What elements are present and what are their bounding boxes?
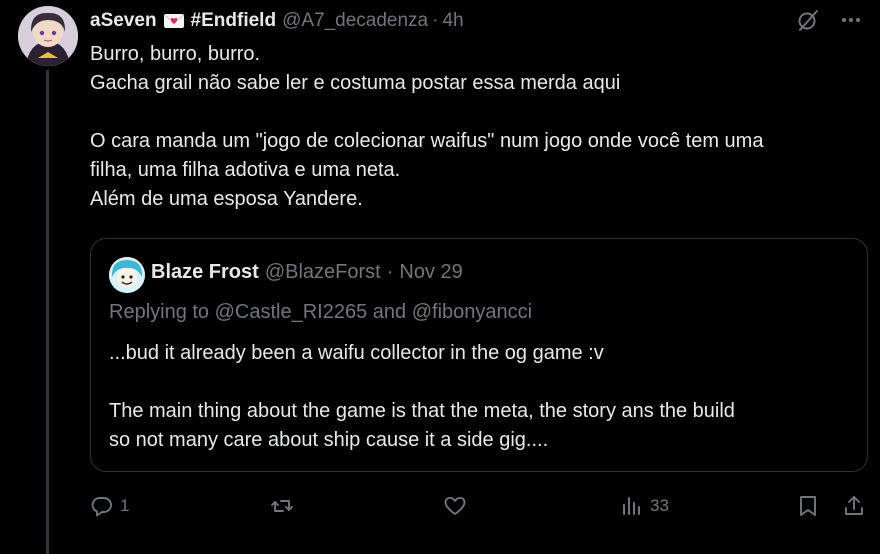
reply-count: 1: [120, 496, 130, 515]
author-handle[interactable]: @A7_decadenza: [282, 10, 428, 32]
author-name[interactable]: aSeven: [90, 10, 157, 32]
post-text-line: Além de uma esposa Yandere.: [90, 188, 363, 210]
thread-line: [46, 70, 49, 554]
bookmark-icon: [796, 494, 820, 518]
quoted-timestamp[interactable]: Nov 29: [399, 261, 462, 284]
like-icon: [443, 494, 467, 518]
post-text: Burro, burro, burro. Gacha grail não sab…: [90, 40, 870, 214]
quoted-text-line: The main thing about the game is that th…: [109, 400, 735, 422]
share-button[interactable]: [842, 490, 866, 522]
bookmark-button[interactable]: [796, 490, 820, 522]
replying-to: Replying to @Castle_RI2265 and @fibonyan…: [109, 301, 533, 323]
post-text-line: Gacha grail não sabe ler e costuma posta…: [90, 72, 621, 94]
views-count: 33: [650, 496, 669, 515]
post-text-line: filha, uma filha adotiva e uma neta.: [90, 159, 401, 181]
grok-icon[interactable]: [796, 8, 820, 32]
repost-icon: [270, 494, 294, 518]
quoted-text: ...bud it already been a waifu collector…: [109, 339, 849, 455]
quoted-header-separator: ·: [386, 261, 394, 283]
views-button[interactable]: 33: [620, 490, 669, 522]
repost-button[interactable]: [270, 490, 300, 522]
quoted-text-line: so not many care about ship cause it a s…: [109, 429, 549, 451]
post-text-line: Burro, burro, burro.: [90, 43, 261, 65]
post-text-line: O cara manda um "jogo de colecionar waif…: [90, 130, 764, 152]
action-bar: 1 33: [90, 490, 870, 522]
quoted-tweet[interactable]: Blaze Frost @BlazeForst · Nov 29 Replyin…: [90, 238, 868, 472]
more-icon[interactable]: [840, 9, 862, 31]
share-icon: [842, 494, 866, 518]
post-text-line: [90, 98, 870, 127]
author-name-suffix[interactable]: #Endfield: [191, 10, 277, 32]
quoted-author-name[interactable]: Blaze Frost: [151, 261, 259, 284]
post-timestamp[interactable]: 4h: [442, 10, 463, 32]
views-icon: [620, 494, 644, 518]
quoted-text-line: [109, 368, 849, 397]
tweet: aSeven #Endfield @A7_decadenza · 4h Burr: [0, 0, 880, 554]
header-separator: ·: [432, 10, 439, 31]
quoted-author-avatar[interactable]: [109, 257, 145, 293]
reply-button[interactable]: 1: [90, 490, 129, 522]
author-avatar[interactable]: [18, 6, 78, 66]
quoted-author-handle[interactable]: @BlazeForst: [265, 261, 381, 284]
top-right-actions: [796, 8, 862, 32]
like-button[interactable]: [443, 490, 473, 522]
quoted-text-line: ...bud it already been a waifu collector…: [109, 342, 604, 364]
quoted-header: Blaze Frost @BlazeForst · Nov 29: [151, 261, 463, 284]
reply-icon: [90, 494, 114, 518]
love-letter-icon: [163, 12, 185, 30]
post-header: aSeven #Endfield @A7_decadenza · 4h: [90, 8, 464, 34]
